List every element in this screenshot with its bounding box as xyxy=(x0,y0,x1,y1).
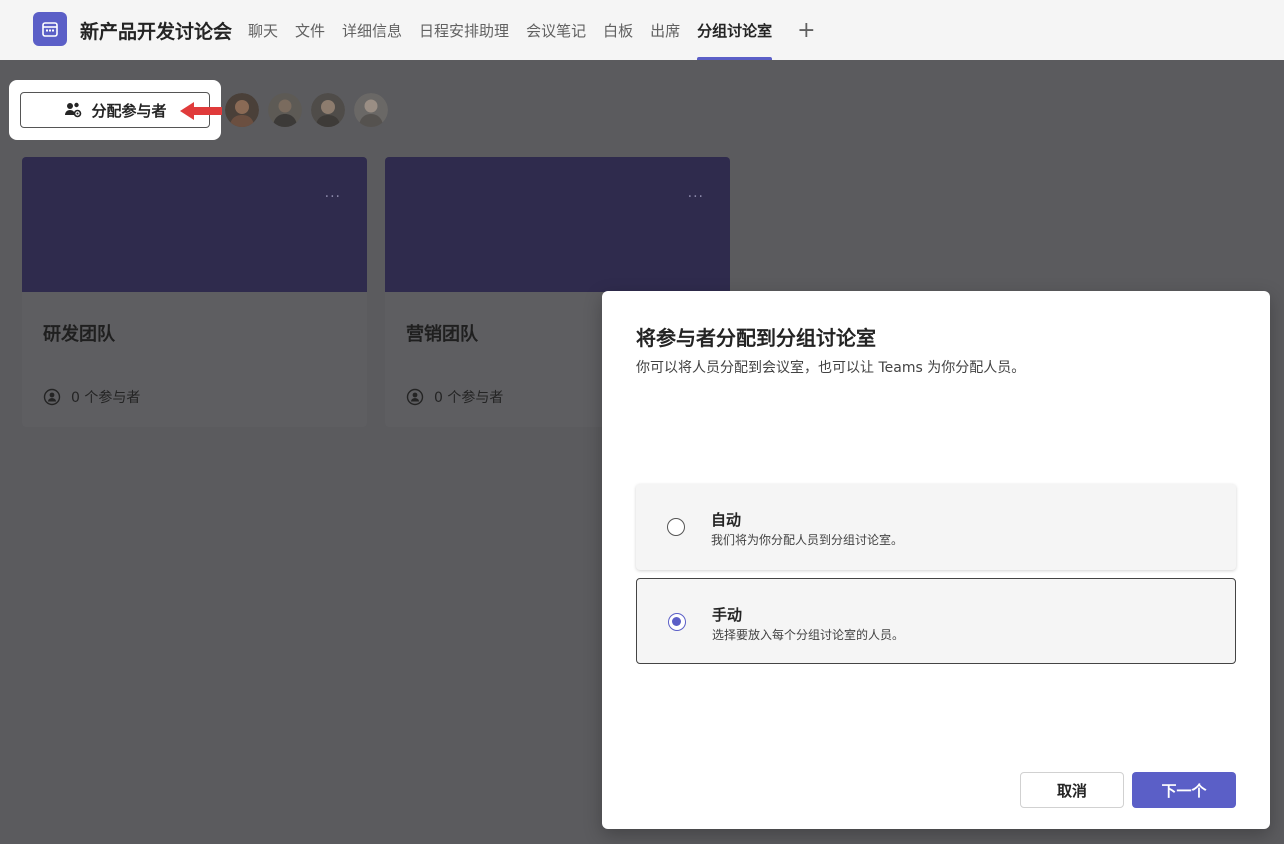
tab-bar: 聊天 文件 详细信息 日程安排助理 会议笔记 白板 出席 分组讨论室 + xyxy=(248,0,816,60)
room-name: 营销团队 xyxy=(406,324,478,345)
radio-manual[interactable] xyxy=(668,613,686,631)
option-description: 选择要放入每个分组讨论室的人员。 xyxy=(712,628,905,642)
room-banner xyxy=(22,157,367,292)
option-title: 手动 xyxy=(712,606,743,624)
participant-avatar[interactable] xyxy=(354,93,388,127)
red-arrow-icon xyxy=(180,102,222,120)
room-card[interactable]: ··· 研发团队 0 个参与者 xyxy=(22,157,367,427)
participant-count-icon xyxy=(406,388,424,406)
add-tab-icon[interactable]: + xyxy=(797,0,815,60)
option-manual[interactable]: 手动 选择要放入每个分组讨论室的人员。 xyxy=(636,578,1236,664)
room-count-text: 0 个参与者 xyxy=(434,390,504,406)
tab-attendance[interactable]: 出席 xyxy=(650,0,680,60)
more-options-icon[interactable]: ··· xyxy=(688,189,704,205)
room-banner xyxy=(385,157,730,292)
room-name: 研发团队 xyxy=(43,324,115,345)
participant-avatar[interactable] xyxy=(311,93,345,127)
assign-participants-label: 分配参与者 xyxy=(91,101,167,120)
tab-chat[interactable]: 聊天 xyxy=(248,0,278,60)
assign-participants-dialog: 将参与者分配到分组讨论室 你可以将人员分配到会议室，也可以让 Teams 为你分… xyxy=(602,291,1270,829)
tab-scheduling-assistant[interactable]: 日程安排助理 xyxy=(419,0,509,60)
dialog-title: 将参与者分配到分组讨论室 xyxy=(636,326,876,350)
dialog-description: 你可以将人员分配到会议室，也可以让 Teams 为你分配人员。 xyxy=(636,360,1026,376)
option-automatic[interactable]: 自动 我们将为你分配人员到分组讨论室。 xyxy=(636,484,1236,570)
room-count-text: 0 个参与者 xyxy=(71,390,141,406)
room-participant-count: 0 个参与者 xyxy=(406,387,503,407)
calendar-icon xyxy=(33,12,67,46)
tab-meeting-notes[interactable]: 会议笔记 xyxy=(526,0,586,60)
option-description: 我们将为你分配人员到分组讨论室。 xyxy=(711,533,904,547)
radio-automatic[interactable] xyxy=(667,518,685,536)
participant-avatar[interactable] xyxy=(268,93,302,127)
option-title: 自动 xyxy=(711,511,742,529)
more-options-icon[interactable]: ··· xyxy=(325,189,341,205)
participant-count-icon xyxy=(43,388,61,406)
tab-whiteboard[interactable]: 白板 xyxy=(603,0,633,60)
room-participant-count: 0 个参与者 xyxy=(43,387,140,407)
participant-avatar[interactable] xyxy=(225,93,259,127)
meeting-title: 新产品开发讨论会 xyxy=(80,21,233,43)
tab-details[interactable]: 详细信息 xyxy=(342,0,402,60)
people-settings-icon xyxy=(65,102,82,118)
meeting-header: 新产品开发讨论会 聊天 文件 详细信息 日程安排助理 会议笔记 白板 出席 分组… xyxy=(0,0,1284,60)
next-button[interactable]: 下一个 xyxy=(1132,772,1236,808)
tab-files[interactable]: 文件 xyxy=(295,0,325,60)
tab-breakout-rooms[interactable]: 分组讨论室 xyxy=(697,0,773,60)
cancel-button[interactable]: 取消 xyxy=(1020,772,1124,808)
